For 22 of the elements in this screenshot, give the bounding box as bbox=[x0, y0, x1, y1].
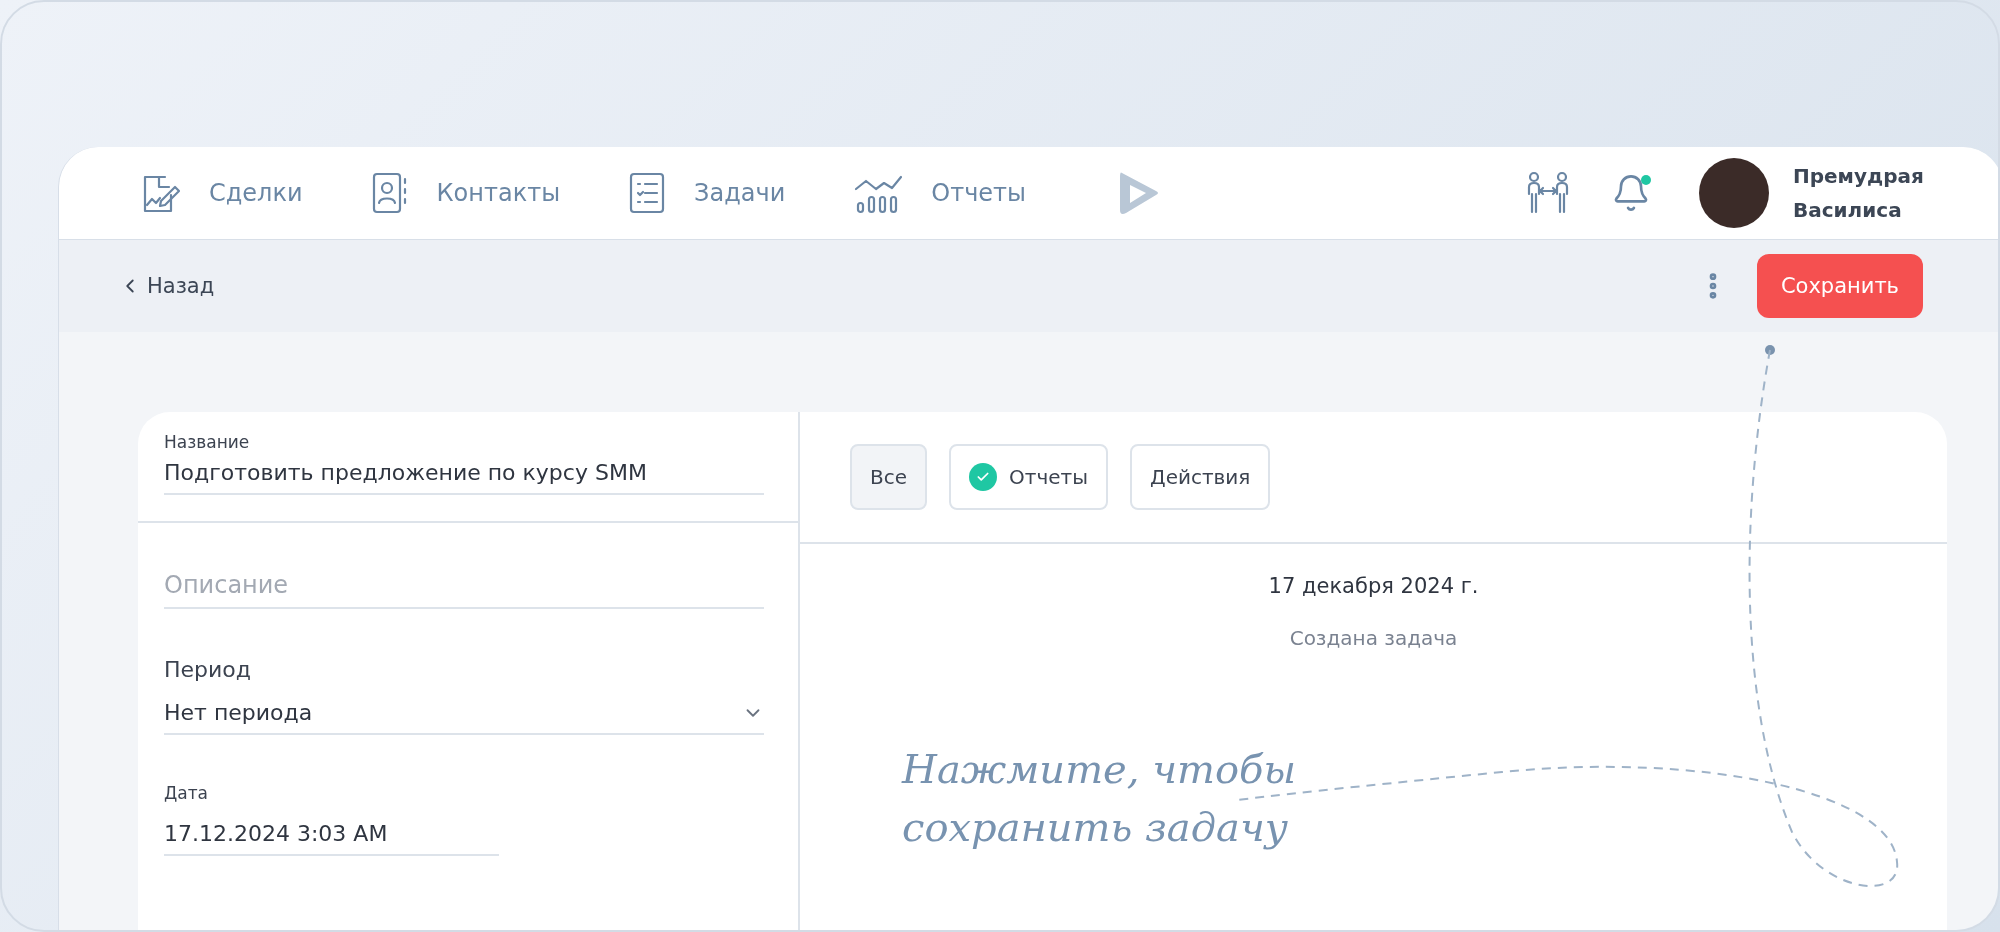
input-field[interactable]: Подготовить предложение по курсу SMM bbox=[164, 460, 764, 485]
nav-link[interactable]: Сделки bbox=[137, 171, 303, 215]
contact-card-icon bbox=[370, 171, 409, 215]
field-label: Название bbox=[164, 432, 251, 452]
timeline-event: Создана задача bbox=[1289, 626, 1458, 650]
date-field[interactable]: 17.12.2024 3:03 AM bbox=[164, 821, 499, 846]
checklist-icon bbox=[628, 171, 667, 215]
people-exchange-icon[interactable] bbox=[1525, 170, 1571, 216]
nav-link[interactable]: Задачи bbox=[628, 171, 786, 215]
report-icon bbox=[969, 463, 998, 491]
user-name: Премудрая Василиса bbox=[1793, 163, 1925, 224]
nav-link[interactable]: Контакты bbox=[370, 171, 561, 215]
filter-button[interactable]: Отчеты bbox=[949, 444, 1108, 510]
timeline-date: 17 декабря 2024 г. bbox=[1268, 574, 1479, 598]
nav-link[interactable]: Отчеты bbox=[853, 171, 1026, 215]
back-link[interactable]: Назад bbox=[119, 274, 215, 298]
field-label: Дата bbox=[164, 783, 210, 803]
filter-button[interactable]: Все bbox=[850, 444, 928, 510]
handwritten-hint: Нажмите, чтобы сохранить задачу bbox=[902, 745, 1297, 852]
filter-button[interactable]: Действия bbox=[1130, 444, 1271, 510]
select-field[interactable]: Нет периода bbox=[164, 700, 313, 725]
field-label: Период bbox=[164, 657, 252, 682]
